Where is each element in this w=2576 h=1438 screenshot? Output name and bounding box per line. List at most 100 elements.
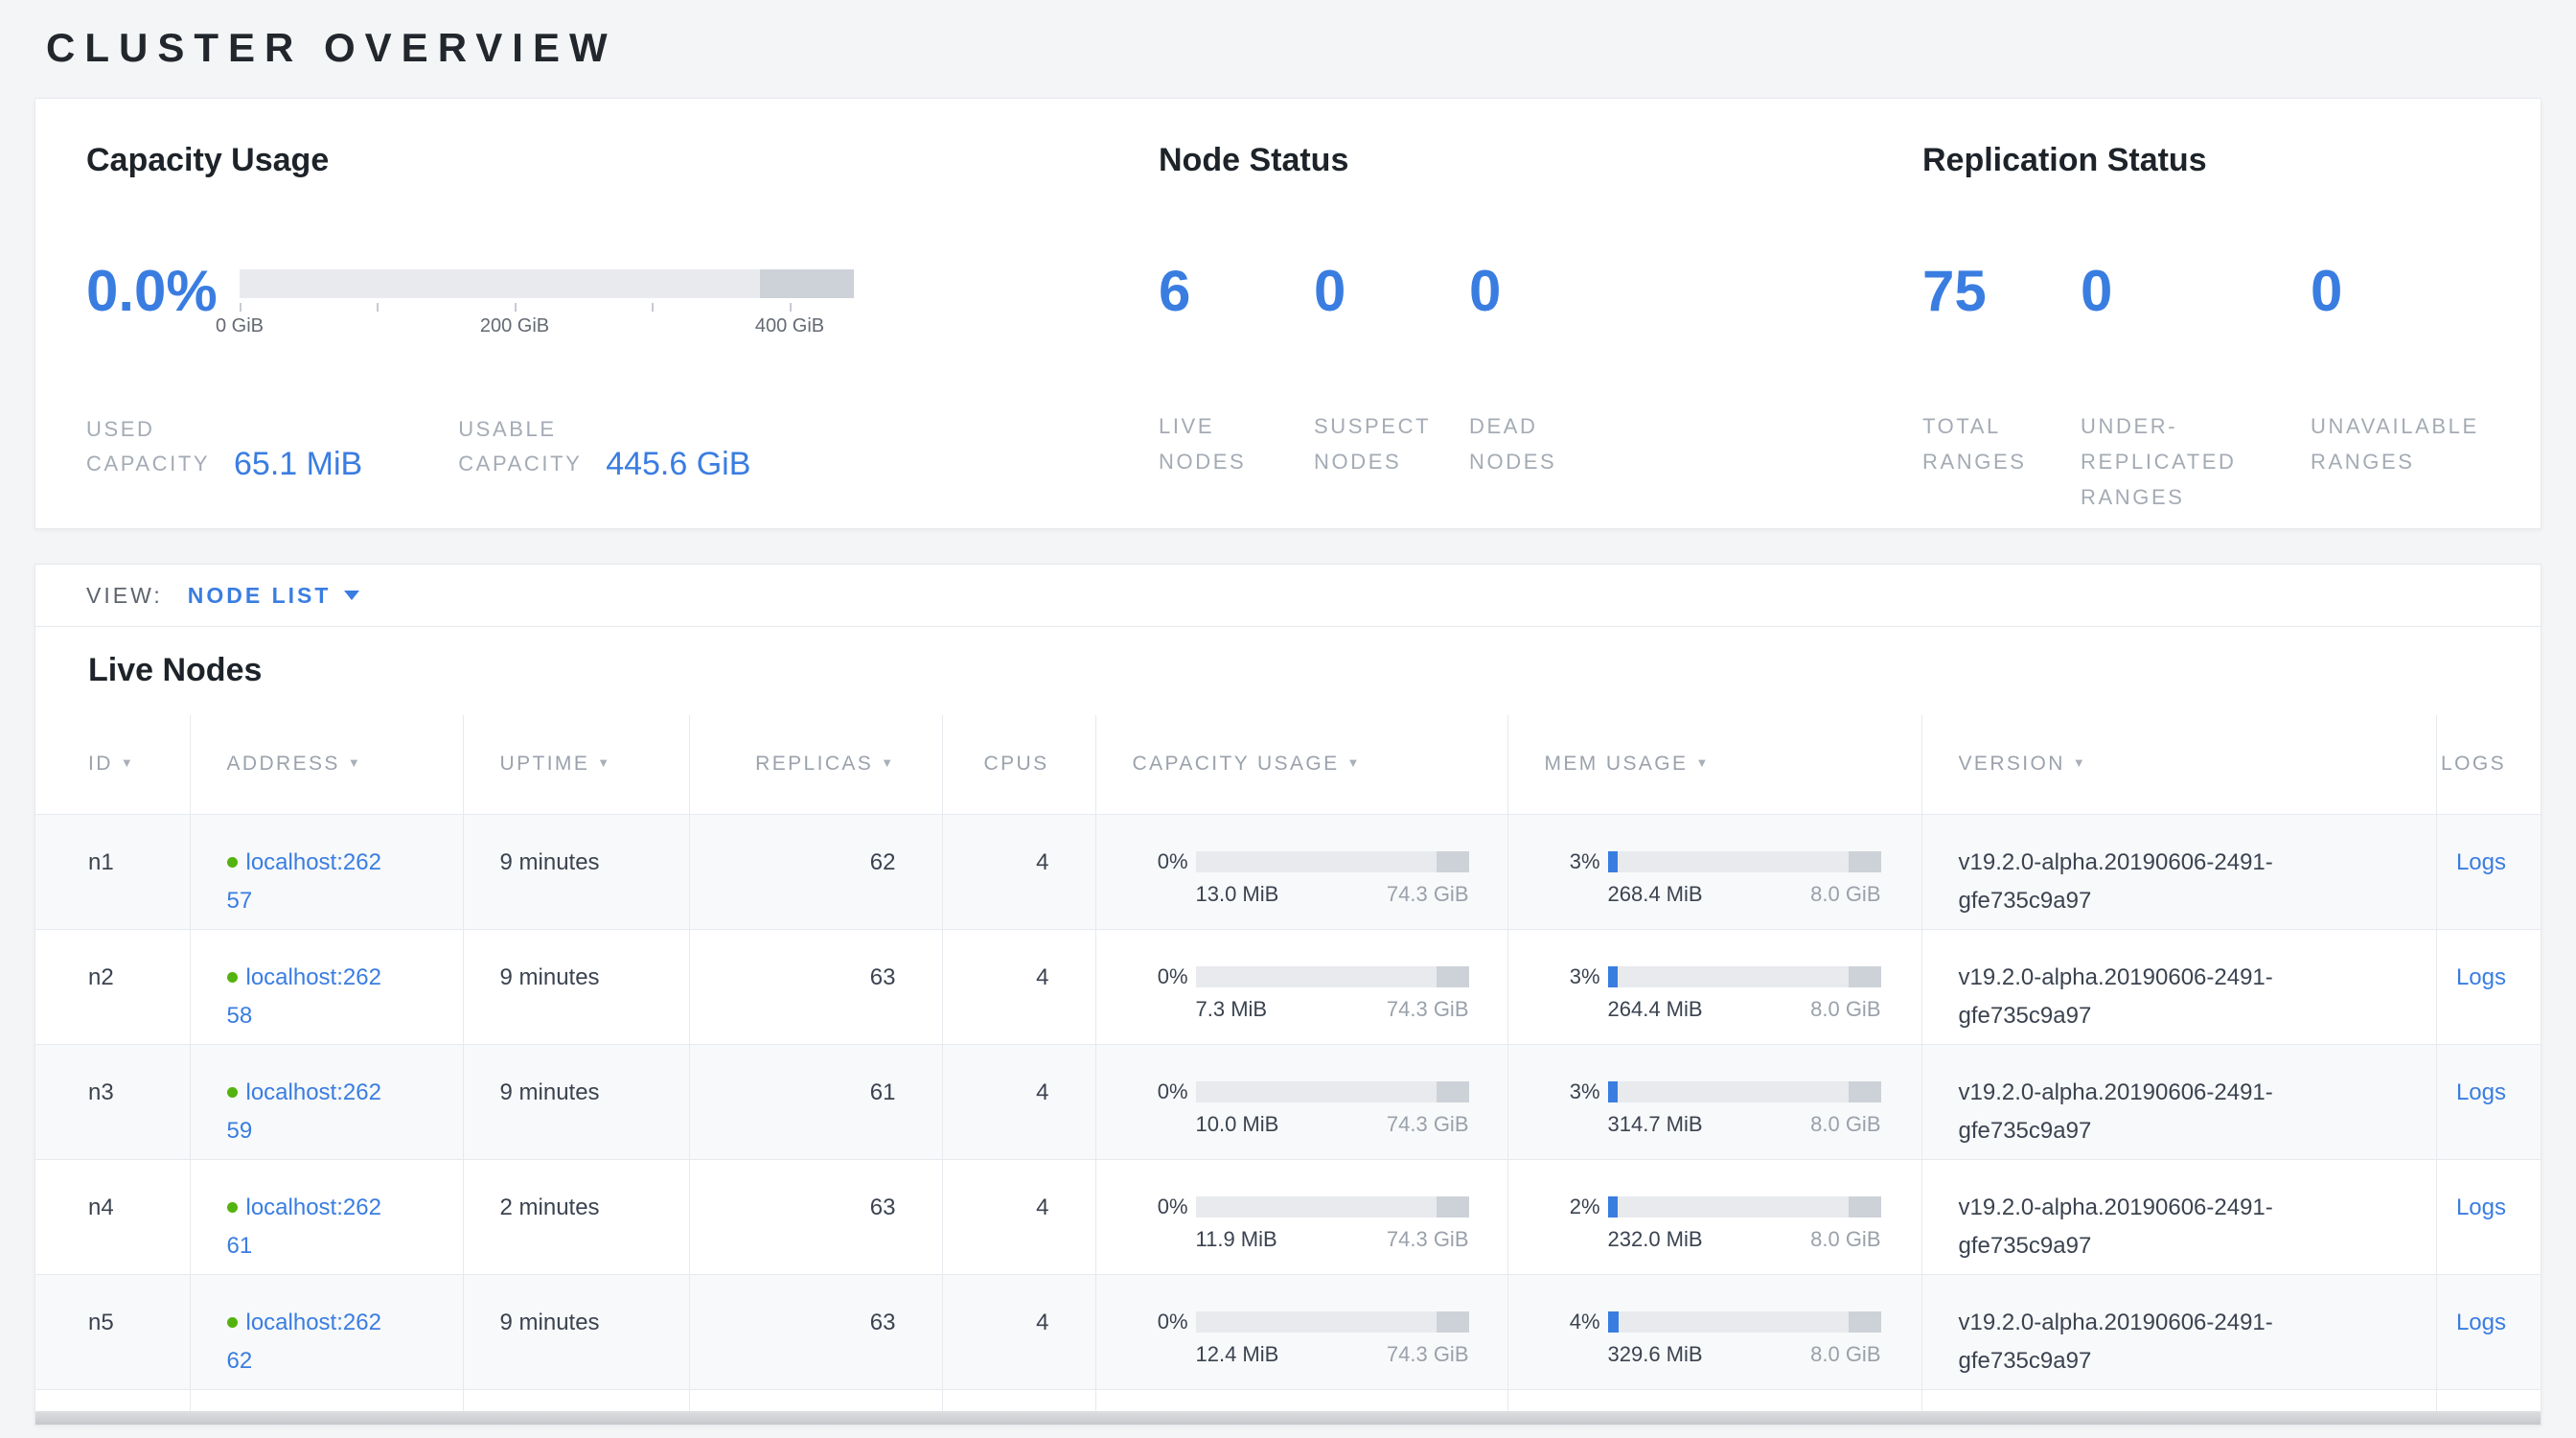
node-address-link[interactable]: localhost:26257 (227, 849, 381, 914)
metric-label: LIVE NODES (1159, 408, 1293, 479)
node-address-link[interactable]: localhost:26258 (227, 964, 381, 1029)
version-string: v19.2.0-alpha.20190606-2491-gfe735c9a97 (1959, 959, 2342, 1035)
memory-usage-top: 3% (1545, 851, 1921, 872)
column-header-id[interactable]: ID ▼ (35, 715, 190, 814)
cell-id: n2 (35, 929, 190, 1044)
usage-total-value: 8.0 GiB (1810, 1342, 1880, 1367)
column-header-label: ID (88, 753, 113, 775)
sort-caret-icon: ▼ (121, 755, 135, 770)
node-address-link[interactable]: localhost:26261 (227, 1194, 381, 1259)
metric-live-nodes: 6LIVE NODES (1159, 263, 1293, 479)
column-header-label: UPTIME (500, 753, 590, 775)
capacity-usage-meter: 0%7.3 MiB74.3 GiB (1133, 966, 1507, 1022)
node-address: localhost:26258 (227, 959, 386, 1035)
cell-logs: Logs (2436, 1159, 2542, 1274)
capacity-bar (240, 269, 854, 298)
usage-bar (1196, 1081, 1469, 1102)
table-row: n5localhost:262629 minutes6340%12.4 MiB7… (35, 1274, 2542, 1389)
sort-caret-icon: ▼ (1695, 755, 1710, 770)
cell-capacity: 0%7.3 MiB74.3 GiB (1095, 929, 1507, 1044)
capacity-usage-top: 0% (1133, 1196, 1507, 1218)
used-capacity-label: USED CAPACITY (86, 412, 213, 481)
table-row: n4localhost:262612 minutes6340%11.9 MiB7… (35, 1159, 2542, 1274)
logs-link[interactable]: Logs (2456, 1079, 2506, 1105)
usage-bar-reserved (1437, 1311, 1469, 1333)
column-header-address[interactable]: ADDRESS▼ (190, 715, 463, 814)
page-title: CLUSTER OVERVIEW (0, 0, 2576, 71)
usage-percent: 3% (1545, 966, 1600, 987)
table-row: n3localhost:262599 minutes6140%10.0 MiB7… (35, 1044, 2542, 1159)
cell-capacity: 0% 11.9 MiB74.3 GiB (1095, 1159, 1507, 1274)
cell-uptime: 2 minutes (463, 1159, 689, 1274)
cell-id: n5 (35, 1274, 190, 1389)
metric-label: UNAVAILABLE RANGES (2311, 408, 2550, 479)
sort-caret-icon: ▼ (597, 755, 611, 770)
usage-bar (1196, 1311, 1469, 1333)
column-header-version[interactable]: VERSION▼ (1921, 715, 2436, 814)
cell-replicas: 63 (689, 1159, 942, 1274)
usage-bar (1608, 851, 1881, 872)
usage-total-value: 74.3 GiB (1387, 1227, 1469, 1252)
usage-used-value: 7.3 MiB (1196, 997, 1268, 1022)
logs-link[interactable]: Logs (2456, 849, 2506, 875)
capacity-usage-heading: Capacity Usage (86, 141, 1121, 179)
memory-usage-top: 3% (1545, 966, 1921, 987)
logs-link[interactable]: Logs (2456, 964, 2506, 990)
usable-capacity-stat: USABLE CAPACITY 445.6 GiB (458, 412, 750, 481)
table-header-row: ID ▼ ADDRESS▼ UPTIME ▼ REPLICAS ▼ CPUS CAPACITY … (35, 715, 2542, 814)
node-address-link[interactable]: localhost:26262 (227, 1310, 381, 1374)
cell-memory: 3%268.4 MiB8.0 GiB (1507, 814, 1921, 929)
table-bottom-shadow (35, 1411, 2541, 1425)
column-header-label: VERSION (1959, 753, 2065, 775)
table-row: n2localhost:262589 minutes6340%7.3 MiB74… (35, 929, 2542, 1044)
capacity-usage-values: 11.9 MiB74.3 GiB (1196, 1227, 1469, 1252)
node-live-dot-icon (227, 1202, 238, 1213)
cell-version: v19.2.0-alpha.20190606-2491-gfe735c9a97 (1921, 1044, 2436, 1159)
capacity-axis: 0 GiB200 GiB400 GiB (240, 298, 854, 340)
cell-capacity: 0%13.0 MiB74.3 GiB (1095, 814, 1507, 929)
memory-usage-meter: 3%314.7 MiB8.0 GiB (1545, 1081, 1921, 1137)
table-row: n1localhost:262579 minutes6240%13.0 MiB7… (35, 814, 2542, 929)
cell-capacity: 0%12.4 MiB74.3 GiB (1095, 1274, 1507, 1389)
column-header-cpus: CPUS (942, 715, 1095, 814)
node-status-section: Node Status 6LIVE NODES0SUSPECT NODES0DE… (1159, 99, 1695, 528)
usage-bar (1196, 966, 1469, 987)
logs-link[interactable]: Logs (2456, 1194, 2506, 1220)
cell-uptime: 9 minutes (463, 1044, 689, 1159)
column-header-memory[interactable]: MEM USAGE▼ (1507, 715, 1921, 814)
column-header-label: CPUS (984, 753, 1049, 775)
metric-label: DEAD NODES (1469, 408, 1603, 479)
memory-usage-top: 4% (1545, 1311, 1921, 1333)
cell-memory: 2%232.0 MiB8.0 GiB (1507, 1159, 1921, 1274)
metric-value: 0 (1314, 263, 1448, 320)
column-header-capacity[interactable]: CAPACITY USAGE▼ (1095, 715, 1507, 814)
usage-bar-reserved (1437, 966, 1469, 987)
metric-unavailable-ranges: 0UNAVAILABLE RANGES (2311, 263, 2550, 515)
axis-tick (652, 303, 654, 312)
capacity-usage-meter: 0%10.0 MiB74.3 GiB (1133, 1081, 1507, 1137)
node-address-link[interactable]: localhost:26259 (227, 1079, 381, 1144)
usage-bar (1608, 1311, 1881, 1333)
capacity-usage-values: 12.4 MiB74.3 GiB (1196, 1342, 1469, 1367)
used-capacity-stat: USED CAPACITY 65.1 MiB (86, 412, 362, 481)
replication-status-heading: Replication Status (1922, 141, 2576, 179)
metric-value: 75 (1922, 263, 2081, 320)
usage-used-value: 232.0 MiB (1608, 1227, 1703, 1252)
column-header-replicas[interactable]: REPLICAS ▼ (689, 715, 942, 814)
metric-suspect-nodes: 0SUSPECT NODES (1314, 263, 1448, 479)
logs-link[interactable]: Logs (2456, 1310, 2506, 1335)
view-dropdown-value: NODE LIST (188, 583, 332, 609)
chevron-down-icon (344, 591, 359, 600)
cell-address: localhost:26258 (190, 929, 463, 1044)
usage-bar-fill (1608, 1196, 1618, 1218)
usage-percent: 2% (1545, 1196, 1600, 1218)
sort-caret-icon: ▼ (881, 755, 895, 770)
view-dropdown[interactable]: NODE LIST (188, 583, 360, 609)
node-status-metrics: 6LIVE NODES0SUSPECT NODES0 DEAD NODES (1159, 263, 1695, 479)
axis-tick (790, 303, 792, 312)
node-live-dot-icon (227, 972, 238, 983)
column-header-label: REPLICAS (755, 753, 873, 775)
cell-id: n3 (35, 1044, 190, 1159)
capacity-percent-value: 0.0% (86, 263, 240, 320)
column-header-uptime[interactable]: UPTIME ▼ (463, 715, 689, 814)
